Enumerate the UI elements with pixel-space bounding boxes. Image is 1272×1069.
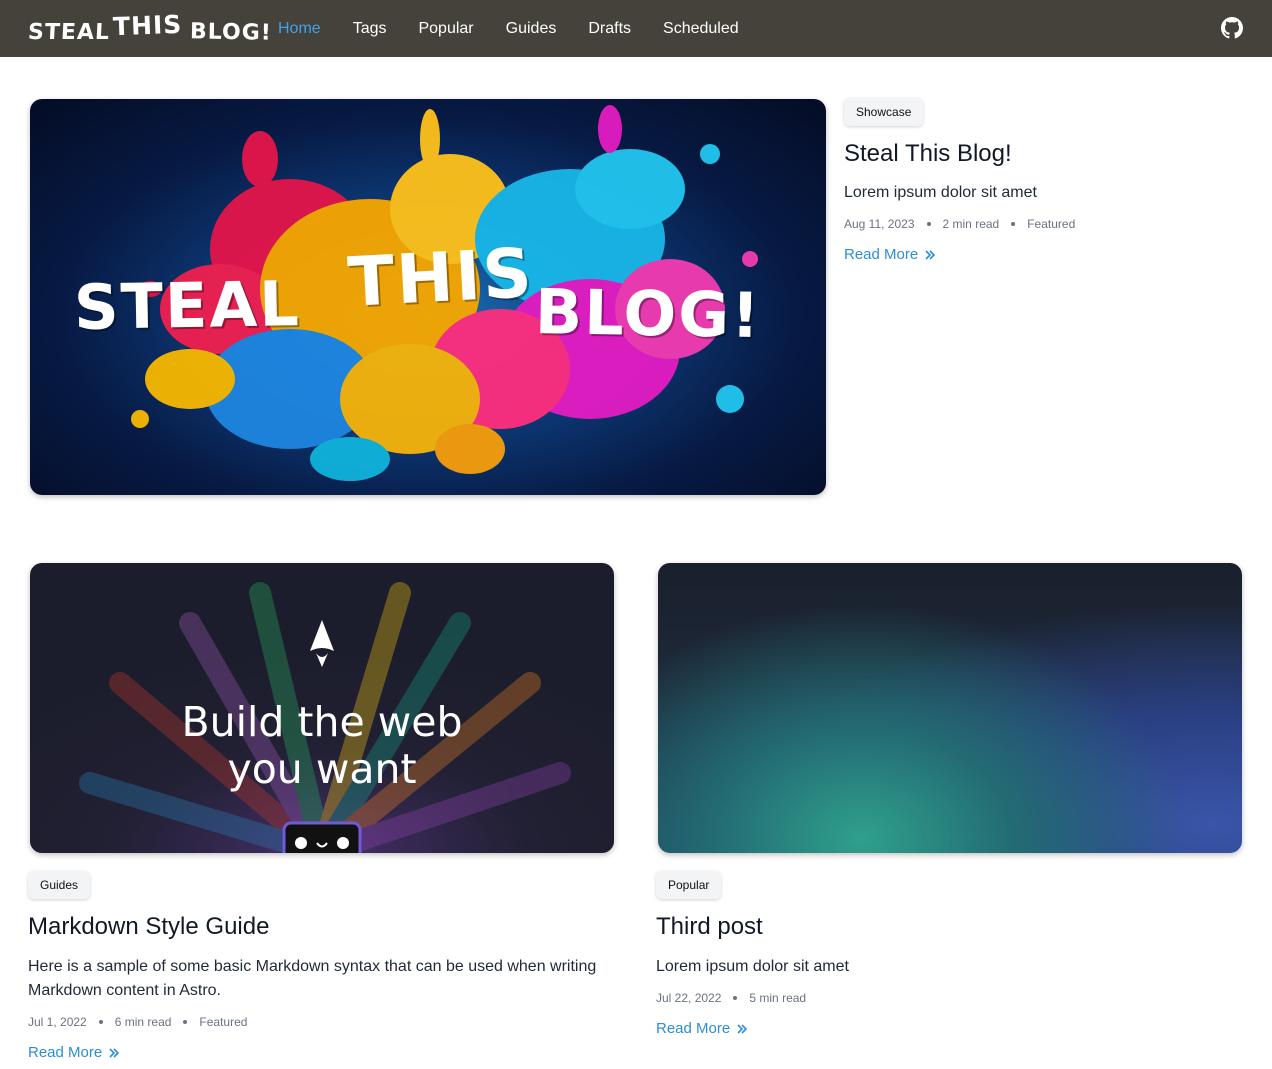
double-chevron-right-icon [737, 1023, 748, 1034]
third-post-image[interactable] [658, 563, 1242, 853]
post-title[interactable]: Markdown Style Guide [28, 913, 269, 941]
post-read-time: 2 min read [942, 217, 1000, 231]
read-more-label: Read More [28, 1044, 103, 1061]
nav-link-home[interactable]: Home [278, 20, 321, 38]
post-meta: Aug 11, 2023 2 min read Featured [844, 217, 1075, 231]
double-chevron-right-icon [925, 249, 936, 260]
logo-word-2: THIS [112, 9, 183, 42]
post-meta: Jul 22, 2022 5 min read [656, 991, 806, 1005]
read-more-label: Read More [656, 1020, 731, 1037]
hero-image-word-2: THIS [346, 234, 536, 323]
post-title[interactable]: Third post [656, 913, 763, 941]
nav-link-guides[interactable]: Guides [506, 20, 557, 38]
post-description: Lorem ipsum dolor sit amet [844, 184, 1037, 201]
featured-label: Featured [1027, 217, 1076, 231]
featured-label: Featured [199, 1015, 248, 1029]
dot-separator [98, 1020, 103, 1024]
tag-popular[interactable]: Popular [656, 871, 722, 899]
read-more-link[interactable]: Read More [844, 246, 936, 263]
post-description: Here is a sample of some basic Markdown … [28, 958, 597, 999]
tag-showcase[interactable]: Showcase [844, 98, 924, 126]
dot-separator [1011, 222, 1016, 226]
logo-word-1: STEAL [27, 20, 111, 45]
read-more-link[interactable]: Read More [28, 1044, 120, 1061]
nav-link-tags[interactable]: Tags [353, 20, 387, 38]
hero-image-word-3: BLOG! [534, 275, 763, 352]
markdown-post-image[interactable]: Build the web you want [30, 563, 614, 853]
hero-image-text: STEAL THIS BLOG! [30, 99, 826, 495]
site-logo[interactable]: STEAL THIS BLOG! [27, 9, 273, 46]
top-navbar: STEAL THIS BLOG! Home Tags Popular Guide… [0, 0, 1272, 57]
logo-word-3: BLOG! [190, 19, 273, 46]
dot-separator [926, 222, 931, 226]
image-headline: Build the web you want [181, 698, 463, 793]
double-chevron-right-icon [109, 1047, 120, 1058]
nav-link-popular[interactable]: Popular [418, 20, 473, 38]
github-icon[interactable] [1221, 17, 1243, 39]
nav-link-scheduled[interactable]: Scheduled [663, 20, 739, 38]
read-more-link[interactable]: Read More [656, 1020, 748, 1037]
post-read-time: 6 min read [114, 1015, 172, 1029]
post-meta: Jul 1, 2022 6 min read Featured [28, 1015, 247, 1029]
post-date: Jul 1, 2022 [28, 1015, 87, 1029]
read-more-label: Read More [844, 246, 919, 263]
post-date: Jul 22, 2022 [656, 991, 722, 1005]
nav-link-drafts[interactable]: Drafts [588, 20, 631, 38]
post-read-time: 5 min read [749, 991, 807, 1005]
tag-guides[interactable]: Guides [28, 871, 91, 899]
hero-post-image[interactable]: STEAL THIS BLOG! [30, 99, 826, 495]
post-title[interactable]: Steal This Blog! [844, 140, 1012, 168]
dot-separator [733, 996, 738, 1000]
post-date: Aug 11, 2023 [844, 217, 915, 231]
dot-separator [183, 1020, 188, 1024]
hero-image-word-1: STEAL [73, 267, 302, 344]
post-description: Lorem ipsum dolor sit amet [656, 958, 849, 975]
nav-links: Home Tags Popular Guides Drafts Schedule… [278, 0, 739, 57]
